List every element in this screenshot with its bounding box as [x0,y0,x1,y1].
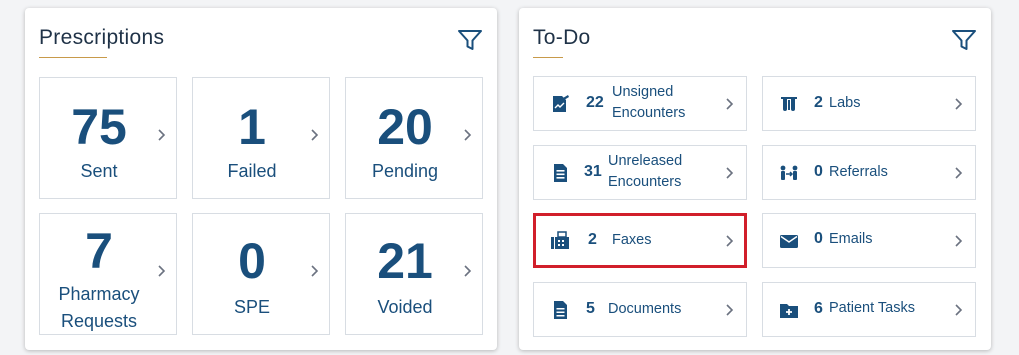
chevron-right-icon [156,264,168,278]
todo-count: 2 [814,94,823,111]
fax-icon [550,231,570,251]
chevron-right-icon [953,234,965,248]
todo-label-line1: Unsigned [612,84,674,100]
todo-label: Faxes [612,232,652,248]
todo-count: 0 [814,230,823,247]
chevron-right-icon [953,97,965,111]
todo-count: 0 [814,163,823,180]
rx-tile-pending[interactable]: 20 Pending [345,77,483,199]
todo-item-patient-tasks[interactable]: 6 Patient Tasks [762,282,976,337]
title-underline [533,57,563,58]
rx-tile-pharmacy-requests[interactable]: 7 Pharmacy Requests [39,213,177,335]
chevron-right-icon [953,166,965,180]
rx-label-line2: Requests [60,311,138,331]
todo-label: Emails [829,231,873,247]
filter-icon[interactable] [951,28,977,52]
chevron-right-icon [462,264,474,278]
rx-label: Sent [80,161,118,181]
rx-count: 75 [71,99,127,155]
rx-tile-spe[interactable]: 0 SPE [192,213,330,335]
rx-label: Failed [227,161,277,181]
rx-label: Pending [371,161,439,181]
todo-count: 2 [588,231,597,248]
prescriptions-card: Prescriptions 75 Sent 1 Failed 20 Pendin… [25,8,497,350]
chevron-right-icon [156,128,168,142]
chevron-right-icon [953,303,965,317]
rx-label-line1: Pharmacy [58,284,140,304]
todo-count: 6 [814,300,823,317]
lab-flask-icon [779,94,799,114]
chevron-right-icon [309,264,321,278]
add-folder-icon [779,300,799,320]
todo-label: Labs [829,95,861,111]
todo-item-labs[interactable]: 2 Labs [762,76,976,131]
chevron-right-icon [724,97,736,111]
referral-people-icon [779,163,799,183]
rx-tile-failed[interactable]: 1 Failed [192,77,330,199]
todo-item-emails[interactable]: 0 Emails [762,213,976,268]
rx-count: 20 [377,99,433,155]
chevron-right-icon [724,303,736,317]
rx-count: 7 [85,223,113,279]
document-icon [550,163,570,183]
chevron-right-icon [724,166,736,180]
rx-count: 21 [377,233,433,289]
rx-count: 1 [238,99,266,155]
todo-item-faxes[interactable]: 2 Faxes [533,213,747,268]
todo-item-unsigned-encounters[interactable]: 22 Unsigned Encounters [533,76,747,131]
todo-count: 5 [586,300,595,317]
todo-item-documents[interactable]: 5 Documents [533,282,747,337]
filter-icon[interactable] [457,28,483,52]
signed-document-icon [550,94,570,114]
todo-label-line2: Encounters [608,174,682,190]
chevron-right-icon [309,128,321,142]
prescriptions-title: Prescriptions [39,26,165,49]
todo-count: 22 [586,94,604,111]
document-lines-icon [550,300,570,320]
chevron-right-icon [724,234,736,248]
title-underline [39,57,107,58]
todo-count: 31 [584,163,602,180]
todo-item-unreleased-encounters[interactable]: 31 Unreleased Encounters [533,145,747,200]
rx-label: Voided [377,297,433,317]
todo-label-line1: Unreleased [608,153,683,169]
todo-card: To-Do 22 Unsigned Encounters 2 Labs 31 U… [519,8,991,350]
rx-tile-voided[interactable]: 21 Voided [345,213,483,335]
todo-label: Patient Tasks [829,300,915,316]
todo-label-line2: Encounters [612,105,686,121]
rx-label: SPE [233,297,271,317]
email-icon [779,231,799,251]
rx-tile-sent[interactable]: 75 Sent [39,77,177,199]
todo-label: Documents [608,301,682,317]
rx-count: 0 [238,233,266,289]
chevron-right-icon [462,128,474,142]
todo-item-referrals[interactable]: 0 Referrals [762,145,976,200]
todo-title: To-Do [533,26,591,49]
todo-label: Referrals [829,164,888,180]
